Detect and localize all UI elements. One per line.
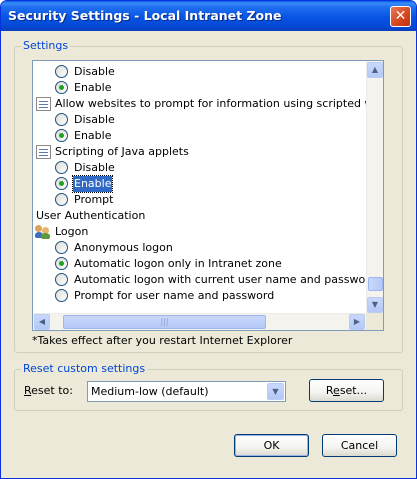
- option-label: Automatic logon with current user name a…: [74, 273, 377, 286]
- setting-option[interactable]: Enable: [33, 175, 367, 193]
- setting-option[interactable]: Automatic logon with current user name a…: [33, 272, 376, 288]
- scrollbar-corner: [366, 313, 383, 330]
- setting-category: Scripting of Java applets: [33, 144, 367, 160]
- reset-level-select[interactable]: Medium-low (default) ▼: [87, 381, 286, 402]
- restart-note: *Takes effect after you restart Internet…: [32, 334, 293, 347]
- radio-unchecked[interactable]: [55, 193, 68, 206]
- heading-label: User Authentication: [36, 209, 146, 222]
- setting-heading: User Authentication: [33, 208, 367, 224]
- setting-category: Allow websites to prompt for information…: [33, 96, 383, 112]
- setting-option[interactable]: Automatic logon only in Intranet zone: [33, 256, 367, 272]
- setting-option[interactable]: Disable: [33, 112, 367, 128]
- setting-option[interactable]: Enable: [33, 128, 367, 144]
- vertical-scroll-thumb[interactable]: [368, 277, 383, 291]
- setting-option[interactable]: Prompt for user name and password: [33, 288, 367, 304]
- title-bar[interactable]: Security Settings - Local Intranet Zone …: [1, 1, 416, 31]
- reset-group-legend: Reset custom settings: [21, 362, 148, 375]
- category-label: Scripting of Java applets: [55, 145, 189, 158]
- option-label: Anonymous logon: [74, 241, 173, 254]
- settings-group-legend: Settings: [21, 39, 71, 52]
- close-icon[interactable]: ✕: [390, 6, 411, 27]
- reset-to-label: Reset to:: [24, 384, 73, 397]
- horizontal-scrollbar[interactable]: ◀ ||| ▶: [33, 313, 367, 330]
- radio-checked[interactable]: [55, 257, 68, 270]
- option-label: Disable: [74, 65, 115, 78]
- scroll-right-icon[interactable]: ▶: [349, 314, 365, 330]
- category-label: Allow websites to prompt for information…: [55, 97, 384, 110]
- radio-checked[interactable]: [55, 129, 68, 142]
- scroll-up-icon[interactable]: ▲: [367, 62, 383, 78]
- option-label: Enable: [74, 129, 112, 142]
- scroll-down-icon[interactable]: ▼: [367, 297, 383, 313]
- radio-unchecked[interactable]: [55, 161, 68, 174]
- category-label: Logon: [55, 225, 89, 238]
- radio-checked[interactable]: [55, 81, 68, 94]
- radio-unchecked[interactable]: [55, 273, 68, 286]
- vertical-scrollbar[interactable]: ▲ ▼: [366, 61, 383, 314]
- settings-page-icon: [36, 145, 51, 159]
- setting-category: Logon: [33, 224, 367, 240]
- option-label: Automatic logon only in Intranet zone: [74, 257, 282, 270]
- radio-unchecked[interactable]: [55, 113, 68, 126]
- settings-page-icon: [36, 97, 51, 111]
- cancel-button[interactable]: Cancel: [322, 434, 397, 457]
- setting-option[interactable]: Prompt: [33, 192, 367, 208]
- chevron-down-icon[interactable]: ▼: [267, 383, 284, 400]
- setting-option[interactable]: Disable: [33, 64, 367, 80]
- radio-checked[interactable]: [55, 177, 68, 190]
- reset-level-value: Medium-low (default): [91, 385, 209, 398]
- radio-unchecked[interactable]: [55, 65, 68, 78]
- option-label: Disable: [74, 113, 115, 126]
- scroll-left-icon[interactable]: ◀: [34, 314, 50, 330]
- setting-option[interactable]: Disable: [33, 160, 367, 176]
- option-label: Disable: [74, 161, 115, 174]
- option-label: Prompt for user name and password: [74, 289, 275, 302]
- option-label: Prompt: [74, 193, 114, 206]
- radio-unchecked[interactable]: [55, 241, 68, 254]
- setting-option[interactable]: Enable: [33, 80, 367, 96]
- window-title: Security Settings - Local Intranet Zone: [8, 8, 282, 23]
- setting-option[interactable]: Anonymous logon: [33, 240, 367, 256]
- settings-list[interactable]: Disable Enable Allow websites to prompt fo…: [32, 60, 384, 331]
- users-icon: [35, 225, 51, 239]
- radio-unchecked[interactable]: [55, 289, 68, 302]
- horizontal-scroll-thumb[interactable]: |||: [63, 315, 266, 329]
- option-label: Enable: [74, 81, 112, 94]
- option-label: Enable: [71, 175, 114, 193]
- security-settings-dialog: Security Settings - Local Intranet Zone …: [0, 0, 417, 479]
- ok-button[interactable]: OK: [234, 434, 309, 457]
- reset-button[interactable]: Reset...: [309, 379, 384, 402]
